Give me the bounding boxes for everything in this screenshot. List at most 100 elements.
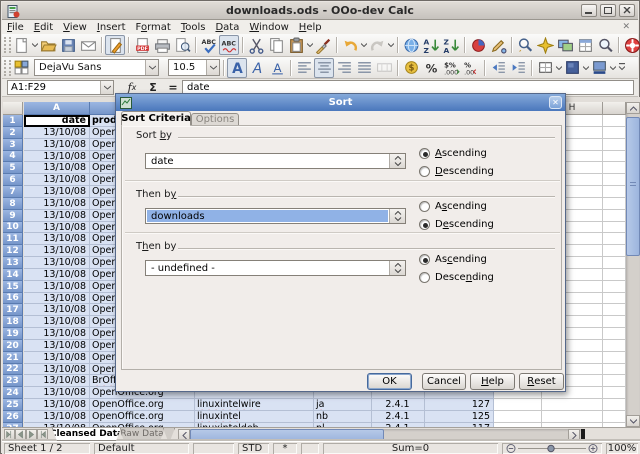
bold-icon[interactable]: A xyxy=(227,58,247,78)
dialog-close-icon[interactable]: ✕ xyxy=(549,96,562,109)
cell-A5[interactable]: 13/10/08 xyxy=(24,162,90,174)
row-header-24[interactable]: 24 xyxy=(3,387,23,399)
borders-dropdown-icon[interactable] xyxy=(555,58,562,78)
cell-I14[interactable] xyxy=(603,269,626,281)
row-header-11[interactable]: 11 xyxy=(3,233,23,245)
name-box[interactable]: A1:F29 xyxy=(7,80,114,95)
help-button[interactable]: Help xyxy=(470,373,515,390)
sort-by-combo-3[interactable]: - undefined - xyxy=(145,260,406,276)
tab-sort-criteria[interactable]: Sort Criteria xyxy=(121,111,191,126)
cell-I25[interactable] xyxy=(603,399,626,411)
toolbar-grip[interactable] xyxy=(4,37,11,53)
cell-I7[interactable] xyxy=(603,186,626,198)
cell-D25[interactable]: ja xyxy=(314,399,372,411)
cell-G25[interactable] xyxy=(494,399,542,411)
cell-A20[interactable]: 13/10/08 xyxy=(24,340,90,352)
row-header-4[interactable]: 4 xyxy=(3,151,23,162)
row-header-25[interactable]: 25 xyxy=(3,399,23,411)
cell-I10[interactable] xyxy=(603,222,626,233)
insert-chart-icon[interactable] xyxy=(468,35,488,55)
font-name-dropdown-icon[interactable] xyxy=(145,60,158,75)
spellcheck-icon[interactable]: ABC xyxy=(199,35,219,55)
decrease-indent-icon[interactable] xyxy=(488,58,508,78)
cell-I21[interactable] xyxy=(603,352,626,364)
cell-A24[interactable]: 13/10/08 xyxy=(24,387,90,399)
radio-descending-1[interactable]: Descending xyxy=(419,166,494,177)
zoom-icon[interactable] xyxy=(595,35,615,55)
cell-A9[interactable]: 13/10/08 xyxy=(24,210,90,222)
data-sources-icon[interactable] xyxy=(575,35,595,55)
scrollbar-splitter[interactable] xyxy=(581,429,585,441)
cell-I24[interactable] xyxy=(603,387,626,399)
clone-formatting-icon[interactable] xyxy=(313,35,333,55)
cell-B25[interactable]: OpenOffice.org xyxy=(90,399,195,411)
print-icon[interactable] xyxy=(152,35,172,55)
row-header-26[interactable]: 26 xyxy=(3,411,23,423)
dialog-title-bar[interactable]: Sort ✕ xyxy=(116,94,565,111)
row-header-1[interactable]: 1 xyxy=(3,115,23,127)
cell-I18[interactable] xyxy=(603,316,626,328)
cell-I15[interactable] xyxy=(603,281,626,293)
menu-insert[interactable]: Insert xyxy=(92,21,131,34)
cell-I13[interactable] xyxy=(603,257,626,269)
row-header-10[interactable]: 10 xyxy=(3,222,23,233)
new-document-icon[interactable] xyxy=(11,35,31,55)
cell-F25[interactable]: 127 xyxy=(425,399,494,411)
cell-A6[interactable]: 13/10/08 xyxy=(24,174,90,186)
cell-C25[interactable]: linuxintelwire xyxy=(195,399,314,411)
cell-I20[interactable] xyxy=(603,340,626,352)
row-header-22[interactable]: 22 xyxy=(3,364,23,375)
row-header-9[interactable]: 9 xyxy=(3,210,23,222)
hyperlink-icon[interactable] xyxy=(401,35,421,55)
radio-descending-3[interactable]: Descending xyxy=(419,272,494,283)
redo-dropdown-icon[interactable] xyxy=(387,35,394,55)
export-pdf-icon[interactable]: PDF xyxy=(132,35,152,55)
row-header-14[interactable]: 14 xyxy=(3,269,23,281)
row-header-3[interactable]: 3 xyxy=(3,139,23,151)
radio-ascending-2[interactable]: Ascending xyxy=(419,201,487,212)
styles-formatting-icon[interactable] xyxy=(11,58,31,78)
cell-A18[interactable]: 13/10/08 xyxy=(24,316,90,328)
cell-A7[interactable]: 13/10/08 xyxy=(24,186,90,198)
cell-I11[interactable] xyxy=(603,233,626,245)
name-box-dropdown[interactable] xyxy=(100,81,113,94)
scroll-left-icon[interactable] xyxy=(178,429,190,441)
row-header-20[interactable]: 20 xyxy=(3,340,23,352)
cell-A10[interactable]: 13/10/08 xyxy=(24,222,90,233)
row-header-6[interactable]: 6 xyxy=(3,174,23,186)
row-header-18[interactable]: 18 xyxy=(3,316,23,328)
font-color-icon[interactable] xyxy=(589,58,609,78)
grid-corner[interactable] xyxy=(3,102,23,115)
font-size-combo[interactable]: 10.5 xyxy=(168,59,220,76)
maximize-button[interactable] xyxy=(600,4,616,17)
row-header-16[interactable]: 16 xyxy=(3,293,23,304)
paste-dropdown-icon[interactable] xyxy=(306,35,313,55)
cell-A2[interactable]: 13/10/08 xyxy=(24,127,90,139)
cell-I16[interactable] xyxy=(603,293,626,304)
row-header-5[interactable]: 5 xyxy=(3,162,23,174)
cell-A3[interactable]: 13/10/08 xyxy=(24,139,90,151)
cell-G26[interactable] xyxy=(494,411,542,423)
merge-cells-icon[interactable] xyxy=(374,58,394,78)
row-header-2[interactable]: 2 xyxy=(3,127,23,139)
cell-E25[interactable]: 2.4.1 xyxy=(372,399,425,411)
italic-icon[interactable]: A xyxy=(247,58,267,78)
font-color-dropdown-icon[interactable] xyxy=(609,58,616,78)
sheet-nav-prev-icon[interactable] xyxy=(15,429,26,440)
cell-I8[interactable] xyxy=(603,198,626,210)
auto-spellcheck-icon[interactable]: ABC xyxy=(219,35,239,55)
sheet-tab-stub[interactable] xyxy=(163,428,175,441)
menu-help[interactable]: Help xyxy=(294,21,327,34)
borders-icon[interactable] xyxy=(535,58,555,78)
help-icon[interactable] xyxy=(622,35,640,55)
sort-ascending-icon[interactable]: AZ xyxy=(421,35,441,55)
undo-icon[interactable] xyxy=(340,35,360,55)
row-header-17[interactable]: 17 xyxy=(3,304,23,316)
menu-data[interactable]: Data xyxy=(210,21,244,34)
menu-window[interactable]: Window xyxy=(244,21,293,34)
cell-I22[interactable] xyxy=(603,364,626,375)
page-preview-icon[interactable] xyxy=(172,35,192,55)
cancel-button[interactable]: Cancel xyxy=(422,373,466,390)
row-header-23[interactable]: 23 xyxy=(3,375,23,387)
column-header-I[interactable] xyxy=(603,102,626,115)
